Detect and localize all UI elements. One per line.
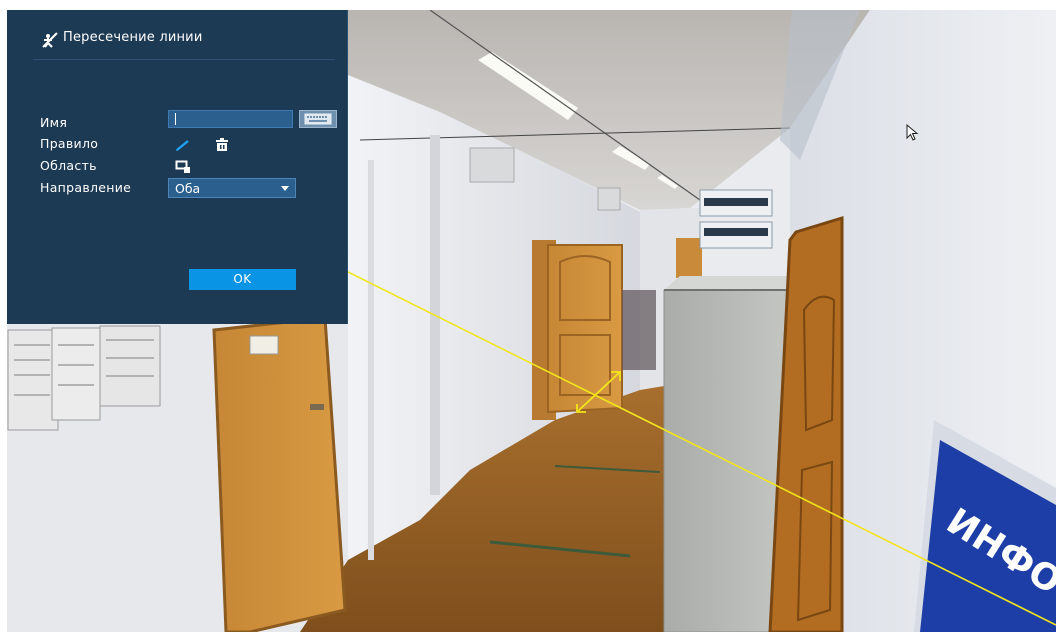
direction-label: Направление xyxy=(40,180,132,195)
delete-trash-icon[interactable] xyxy=(215,137,229,152)
door xyxy=(212,316,347,632)
area-draw-icon[interactable] xyxy=(175,160,191,174)
poster xyxy=(99,325,161,407)
keyboard-button[interactable] xyxy=(299,110,337,128)
cabinet xyxy=(664,276,790,290)
header-divider xyxy=(33,59,335,60)
ok-button[interactable]: OK xyxy=(189,269,296,290)
poster xyxy=(51,327,101,421)
person xyxy=(622,290,656,370)
name-input[interactable] xyxy=(168,110,293,128)
mouse-pointer-icon xyxy=(906,124,919,141)
text-caret xyxy=(175,113,176,125)
direction-select[interactable]: Оба xyxy=(168,178,296,198)
chevron-down-icon xyxy=(281,186,289,191)
screen: ИНФО Пересечение линии Имя Правило Облас… xyxy=(0,0,1056,632)
line-crossing-dialog: Пересечение линии Имя Правило Область На… xyxy=(7,10,348,324)
area-label: Область xyxy=(40,158,97,173)
keyboard-icon xyxy=(304,113,332,125)
rule-label: Правило xyxy=(40,136,99,151)
tripwire-icon xyxy=(42,32,58,48)
edit-pencil-icon[interactable] xyxy=(175,138,191,152)
direction-value: Оба xyxy=(175,181,201,196)
dialog-header: Пересечение линии xyxy=(7,10,347,60)
dialog-title: Пересечение линии xyxy=(63,30,203,45)
name-label: Имя xyxy=(40,115,68,130)
